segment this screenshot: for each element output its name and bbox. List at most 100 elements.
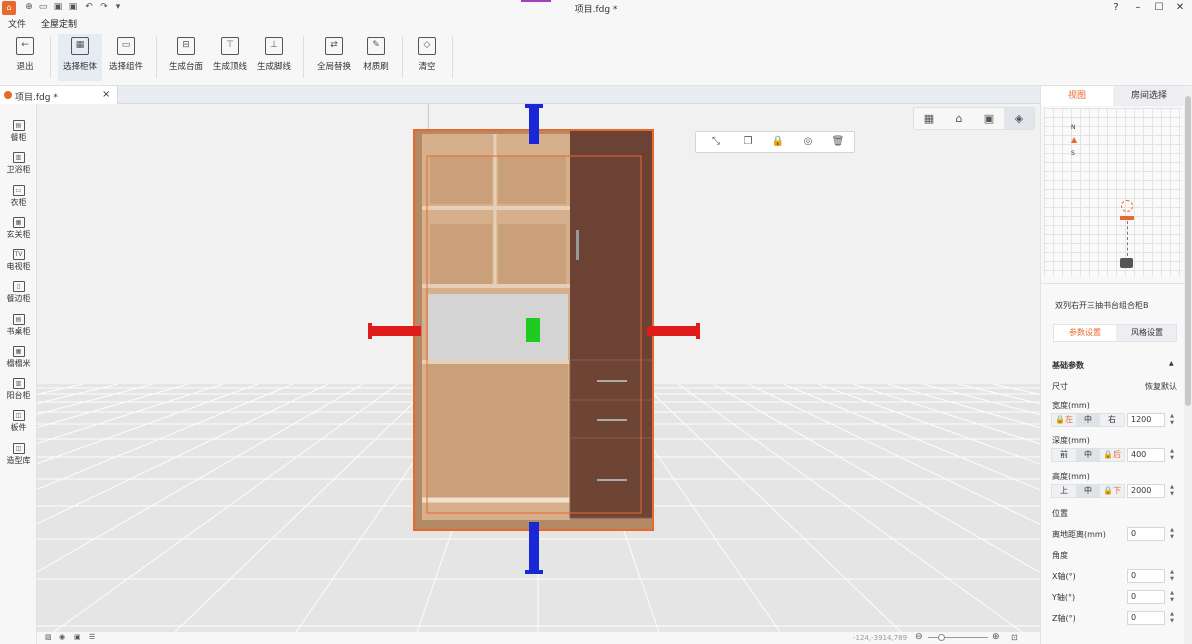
- axis-y-bottom-handle[interactable]: [529, 522, 539, 570]
- select-cabinet-button[interactable]: ▦ 选择柜体: [58, 34, 102, 81]
- hatch-icon[interactable]: ▨: [45, 633, 52, 641]
- image-icon[interactable]: ▣: [74, 633, 81, 641]
- depth-anchor-center[interactable]: 中: [1076, 449, 1100, 461]
- height-input[interactable]: 2000: [1127, 484, 1165, 498]
- height-anchor-bottom[interactable]: 🔒下: [1100, 485, 1124, 497]
- sidebar-item-shape-lib[interactable]: ◫ 造型库: [0, 443, 37, 466]
- document-tab[interactable]: 项目.fdg * ×: [0, 86, 118, 104]
- sidebar-label: 板件: [10, 423, 27, 432]
- title-bar: ⌂ ⊕ ▭ ▣ ▣ ↶ ↷ ▾ 项目.fdg * ? – ☐ ✕: [0, 0, 1192, 15]
- exit-icon: ←: [16, 37, 34, 55]
- exit-label: 退出: [16, 62, 34, 72]
- sidebar-item-wardrobe[interactable]: ▭ 衣柜: [0, 185, 37, 208]
- sidebar-item-bath[interactable]: ▥ 卫浴柜: [0, 152, 37, 175]
- view-home-icon[interactable]: ⌂: [944, 108, 974, 129]
- sidebar-item-tatami[interactable]: ▦ 榻榻米: [0, 346, 37, 369]
- sidebar-item-board[interactable]: ◫ 板件: [0, 410, 37, 433]
- sidebar-item-sideboard[interactable]: ▯ 餐边柜: [0, 281, 37, 304]
- depth-anchor-front[interactable]: 前: [1052, 449, 1076, 461]
- y-axis-stepper[interactable]: ▲ ▼: [1168, 590, 1176, 604]
- viewport-3d[interactable]: ▦ ⌂ ▣ ◈ ⤡ ❐ 🔒 ◎ 🗑: [37, 104, 1040, 632]
- axis-x-left-handle[interactable]: [371, 326, 421, 336]
- gen-baseline-button[interactable]: ⊥ 生成脚线: [252, 34, 296, 81]
- height-stepper[interactable]: ▲ ▼: [1168, 484, 1176, 498]
- close-button[interactable]: ✕: [1173, 1, 1187, 14]
- y-axis-input[interactable]: 0: [1127, 590, 1165, 604]
- z-axis-input[interactable]: 0: [1127, 611, 1165, 625]
- sidebar-label: 玄关柜: [6, 230, 31, 239]
- sidebar-item-dining[interactable]: ▤ 餐柜: [0, 120, 37, 143]
- axis-x-left-cap: [368, 323, 372, 339]
- depth-stepper[interactable]: ▲ ▼: [1168, 448, 1176, 462]
- depth-label: 深度(mm): [1052, 436, 1090, 445]
- axis-z-handle[interactable]: [526, 318, 540, 342]
- minimap[interactable]: N ▲ S: [1044, 108, 1182, 276]
- height-anchor-top[interactable]: 上: [1052, 485, 1076, 497]
- gen-topline-button[interactable]: ⊤ 生成顶线: [208, 34, 252, 81]
- exit-button[interactable]: ← 退出: [6, 34, 44, 81]
- width-anchor-right[interactable]: 右: [1100, 414, 1124, 426]
- sidebar-item-desk[interactable]: ▤ 书桌柜: [0, 314, 37, 337]
- topline-label: 生成顶线: [212, 62, 247, 72]
- width-stepper[interactable]: ▲ ▼: [1168, 413, 1176, 427]
- gen-countertop-button[interactable]: ⊟ 生成台面: [164, 34, 208, 81]
- hide-icon[interactable]: ◎: [796, 132, 820, 152]
- x-axis-stepper[interactable]: ▲ ▼: [1168, 569, 1176, 583]
- sidebar-item-entry[interactable]: ▦ 玄关柜: [0, 217, 37, 240]
- tab-params[interactable]: 参数设置: [1054, 325, 1116, 341]
- zoom-out-icon[interactable]: ⊖: [915, 632, 923, 642]
- settings-sliders-icon[interactable]: ☰: [89, 633, 95, 641]
- maximize-button[interactable]: ☐: [1152, 1, 1166, 14]
- global-replace-button[interactable]: ⇄ 全局替换: [312, 34, 356, 81]
- floor-distance-input[interactable]: 0: [1127, 527, 1165, 541]
- view-3d-icon[interactable]: ◈: [1004, 108, 1034, 129]
- right-scrollbar-thumb[interactable]: [1185, 96, 1191, 406]
- view-front-icon[interactable]: ▣: [974, 108, 1004, 129]
- fit-view-icon[interactable]: ⊡: [1011, 633, 1018, 642]
- countertop-label: 生成台面: [168, 62, 203, 72]
- lock-icon[interactable]: 🔒: [766, 132, 790, 152]
- select-component-button[interactable]: ▭ 选择组件: [104, 34, 148, 81]
- tab-room-select[interactable]: 房间选择: [1113, 86, 1185, 106]
- width-anchor-seg: 🔒左 中 右: [1051, 413, 1125, 427]
- restore-default-link[interactable]: 恢复默认: [1145, 381, 1177, 392]
- select-cabinet-label: 选择柜体: [62, 62, 97, 72]
- delete-icon[interactable]: 🗑: [826, 132, 850, 152]
- axis-x-right-handle[interactable]: [647, 326, 697, 336]
- z-axis-stepper[interactable]: ▲ ▼: [1168, 611, 1176, 625]
- section-basic-params: 基础参数: [1052, 361, 1084, 370]
- depth-input[interactable]: 400: [1127, 448, 1165, 462]
- cabinet-model[interactable]: [37, 104, 1040, 632]
- floor-distance-stepper[interactable]: ▲ ▼: [1168, 527, 1176, 541]
- tv-cabinet-icon: TV: [12, 249, 25, 260]
- height-anchor-center[interactable]: 中: [1076, 485, 1100, 497]
- material-brush-button[interactable]: ✎ 材质刷: [356, 34, 396, 81]
- help-button[interactable]: ?: [1109, 1, 1123, 14]
- collapse-icon[interactable]: ▲: [1169, 360, 1174, 367]
- view-plan-icon[interactable]: ▦: [914, 108, 944, 129]
- document-tab-bar: 项目.fdg * ×: [0, 86, 1040, 104]
- tab-view[interactable]: 视图: [1041, 86, 1113, 106]
- depth-anchor-back[interactable]: 🔒后: [1100, 449, 1124, 461]
- minimize-button[interactable]: –: [1131, 1, 1145, 14]
- resize-icon[interactable]: ⤡: [704, 132, 728, 152]
- tab-style[interactable]: 风格设置: [1116, 325, 1178, 341]
- width-anchor-center[interactable]: 中: [1076, 414, 1100, 426]
- zoom-in-icon[interactable]: ⊕: [992, 632, 1000, 642]
- camera-target-icon[interactable]: [1121, 200, 1133, 212]
- eye-view-icon[interactable]: ◉: [59, 633, 65, 641]
- countertop-icon: ⊟: [177, 37, 195, 55]
- sidebar-item-tv[interactable]: TV 电视柜: [0, 249, 37, 272]
- copy-icon[interactable]: ❐: [736, 132, 760, 152]
- clear-button[interactable]: ◇ 清空: [408, 34, 446, 81]
- zoom-slider-thumb[interactable]: [938, 634, 945, 641]
- x-axis-input[interactable]: 0: [1127, 569, 1165, 583]
- zoom-slider[interactable]: [928, 637, 988, 638]
- axis-y-top-handle[interactable]: [529, 104, 539, 144]
- object-context-toolbar: ⤡ ❐ 🔒 ◎ 🗑: [695, 131, 855, 153]
- width-input[interactable]: 1200: [1127, 413, 1165, 427]
- sidebar-item-balcony[interactable]: ▥ 阳台柜: [0, 378, 37, 401]
- camera-icon[interactable]: [1120, 258, 1133, 268]
- width-anchor-left[interactable]: 🔒左: [1052, 414, 1076, 426]
- document-tab-close[interactable]: ×: [102, 89, 110, 100]
